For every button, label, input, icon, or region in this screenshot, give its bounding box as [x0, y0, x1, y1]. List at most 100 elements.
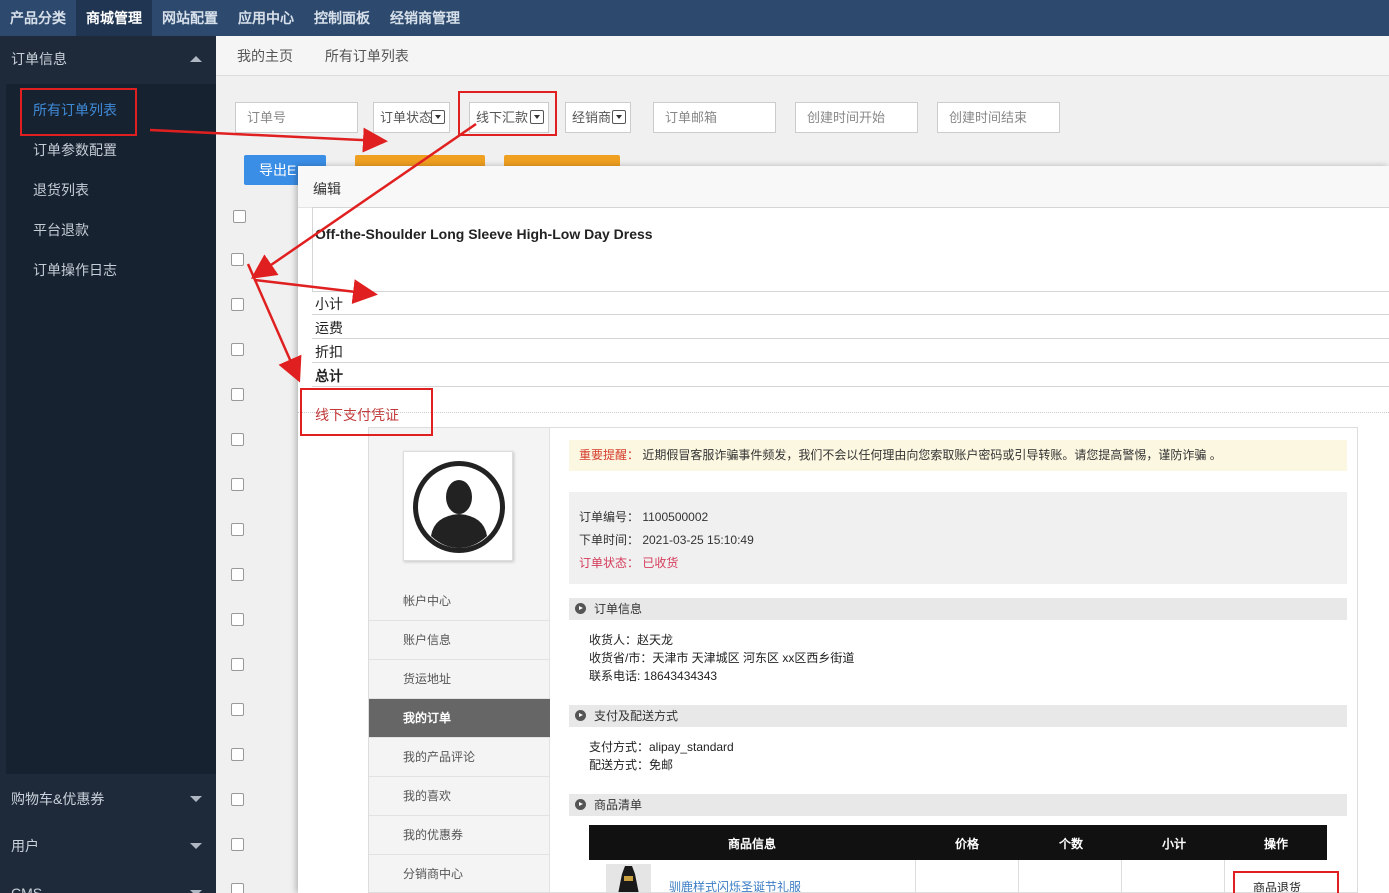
- divider: [312, 291, 1389, 292]
- order-time: 下单时间： 2021-03-25 15:10:49: [579, 533, 754, 547]
- divider: [312, 386, 1389, 387]
- row-checkbox[interactable]: [231, 478, 244, 491]
- account-nav-center[interactable]: 帐户中心: [369, 582, 550, 621]
- distributor-select[interactable]: 经销商: [565, 102, 631, 133]
- row-checkbox[interactable]: [231, 433, 244, 446]
- user-silhouette-icon: [413, 461, 505, 553]
- modal-title: 编辑: [298, 166, 1389, 208]
- section-order-info: 订单信息: [569, 598, 1347, 620]
- section-payment-shipping: 支付及配送方式: [569, 705, 1347, 727]
- topnav-mall-management[interactable]: 商城管理: [76, 0, 152, 36]
- sidebar-group-label: CMS: [11, 885, 43, 893]
- order-number: 订单编号： 1100500002: [579, 510, 709, 524]
- account-nav-orders[interactable]: 我的订单: [369, 699, 550, 738]
- account-nav-likes[interactable]: 我的喜欢: [369, 777, 550, 816]
- column-header: 操作: [1264, 837, 1289, 851]
- sidebar-group-cms[interactable]: CMS: [0, 870, 216, 893]
- account-nav-coupons[interactable]: 我的优惠券: [369, 816, 550, 855]
- row-checkbox[interactable]: [231, 748, 244, 761]
- shipping-method: 配送方式：免邮: [589, 758, 674, 772]
- dropdown-arrow-icon: [431, 110, 445, 124]
- consignee: 收货人：赵天龙: [589, 633, 674, 647]
- topnav-app-center[interactable]: 应用中心: [228, 0, 304, 36]
- sidebar-group-order-info[interactable]: 订单信息: [0, 36, 216, 82]
- divider: [312, 338, 1389, 339]
- divider: [312, 362, 1389, 363]
- product-title: Off-the-Shoulder Long Sleeve High-Low Da…: [315, 226, 653, 242]
- total-label: 总计: [315, 368, 343, 384]
- select-all-checkbox[interactable]: [233, 210, 246, 223]
- row-checkbox[interactable]: [231, 793, 244, 806]
- topnav-control-panel[interactable]: 控制面板: [304, 0, 380, 36]
- product-thumbnail[interactable]: [606, 864, 651, 892]
- row-checkbox[interactable]: [231, 523, 244, 536]
- shipping-label: 运费: [315, 320, 343, 336]
- column-header: 个数: [1059, 837, 1084, 851]
- account-sidebar: 帐户中心 账户信息 货运地址 我的订单 我的产品评论 我的喜欢 我的优惠券 分销…: [369, 428, 550, 892]
- created-end-input[interactable]: 创建时间结束: [937, 102, 1060, 133]
- breadcrumb: 我的主页 所有订单列表: [216, 36, 1389, 76]
- section-title: 商品清单: [594, 798, 643, 812]
- subtotal-label: 小计: [315, 296, 343, 312]
- avatar: [403, 451, 513, 561]
- sidebar-item-order-log[interactable]: 订单操作日志: [6, 250, 216, 290]
- row-checkbox[interactable]: [231, 658, 244, 671]
- sidebar-item-platform-refund[interactable]: 平台退款: [6, 210, 216, 250]
- row-checkbox[interactable]: [231, 703, 244, 716]
- breadcrumb-current[interactable]: 所有订单列表: [325, 48, 409, 64]
- sidebar-group-label: 用户: [11, 838, 39, 854]
- account-nav-distributor[interactable]: 分销商中心: [369, 855, 550, 892]
- divider: [312, 314, 1389, 315]
- account-nav-reviews[interactable]: 我的产品评论: [369, 738, 550, 777]
- notice-text: 近期假冒客服诈骗事件频发，我们不会以任何理由向您索取账户密码或引导转账。请您提高…: [642, 448, 1222, 462]
- section-title: 支付及配送方式: [594, 709, 679, 723]
- topnav-distributor-management[interactable]: 经销商管理: [380, 0, 470, 36]
- sidebar-group-users[interactable]: 用户: [0, 823, 216, 869]
- caret-down-icon: [190, 843, 202, 849]
- order-number-input[interactable]: 订单号: [235, 102, 358, 133]
- column-header: 价格: [955, 837, 980, 851]
- product-name-link[interactable]: 驯鹿样式闪烁圣诞节礼服: [669, 878, 801, 892]
- row-checkbox[interactable]: [231, 253, 244, 266]
- order-status-select[interactable]: 订单状态: [373, 102, 450, 133]
- sidebar-group-cart-coupons[interactable]: 购物车&优惠券: [0, 776, 216, 822]
- security-notice: 重要提醒： 近期假冒客服诈骗事件频发，我们不会以任何理由向您索取账户密码或引导转…: [569, 440, 1347, 471]
- annotation-box-return: [1233, 871, 1339, 893]
- account-nav-info[interactable]: 账户信息: [369, 621, 550, 660]
- account-nav-address[interactable]: 货运地址: [369, 660, 550, 699]
- breadcrumb-home[interactable]: 我的主页: [237, 48, 293, 64]
- sidebar-item-order-params[interactable]: 订单参数配置: [6, 130, 216, 170]
- sidebar-submenu: 所有订单列表 订单参数配置 退货列表 平台退款 订单操作日志: [6, 84, 216, 774]
- created-start-input[interactable]: 创建时间开始: [795, 102, 918, 133]
- divider: [915, 860, 916, 892]
- topnav-site-config[interactable]: 网站配置: [152, 0, 228, 36]
- sidebar-group-label: 订单信息: [11, 51, 67, 67]
- dress-image: [618, 866, 639, 892]
- top-nav: 产品分类 商城管理 网站配置 应用中心 控制面板 经销商管理: [0, 0, 1389, 36]
- distributor-label: 经销商: [572, 110, 612, 125]
- play-bullet-icon: [575, 710, 586, 721]
- order-email-input[interactable]: 订单邮箱: [653, 102, 776, 133]
- annotation-box-offline-summary: [458, 91, 557, 136]
- consignee-phone: 联系电话: 18643434343: [589, 669, 718, 683]
- payment-method: 支付方式：alipay_standard: [589, 740, 734, 754]
- play-bullet-icon: [575, 603, 586, 614]
- divider: [298, 412, 1389, 413]
- row-checkbox[interactable]: [231, 838, 244, 851]
- row-checkbox[interactable]: [231, 388, 244, 401]
- topnav-product-category[interactable]: 产品分类: [0, 0, 76, 36]
- row-checkbox[interactable]: [231, 613, 244, 626]
- sidebar-item-returns[interactable]: 退货列表: [6, 170, 216, 210]
- row-checkbox[interactable]: [231, 343, 244, 356]
- edit-modal: 编辑 Off-the-Shoulder Long Sleeve High-Low…: [298, 166, 1389, 893]
- annotation-box-offline-proof: [300, 388, 433, 436]
- row-checkbox[interactable]: [231, 883, 244, 893]
- sidebar-group-label: 购物车&优惠券: [11, 791, 105, 807]
- consignee-region: 收货省/市：天津市 天津城区 河东区 xx区西乡街道: [589, 651, 855, 665]
- divider: [1121, 860, 1122, 892]
- row-checkbox[interactable]: [231, 568, 244, 581]
- column-header: 小计: [1162, 837, 1187, 851]
- payment-proof-image: 帐户中心 账户信息 货运地址 我的订单 我的产品评论 我的喜欢 我的优惠券 分销…: [368, 427, 1358, 893]
- dropdown-arrow-icon: [612, 110, 626, 124]
- row-checkbox[interactable]: [231, 298, 244, 311]
